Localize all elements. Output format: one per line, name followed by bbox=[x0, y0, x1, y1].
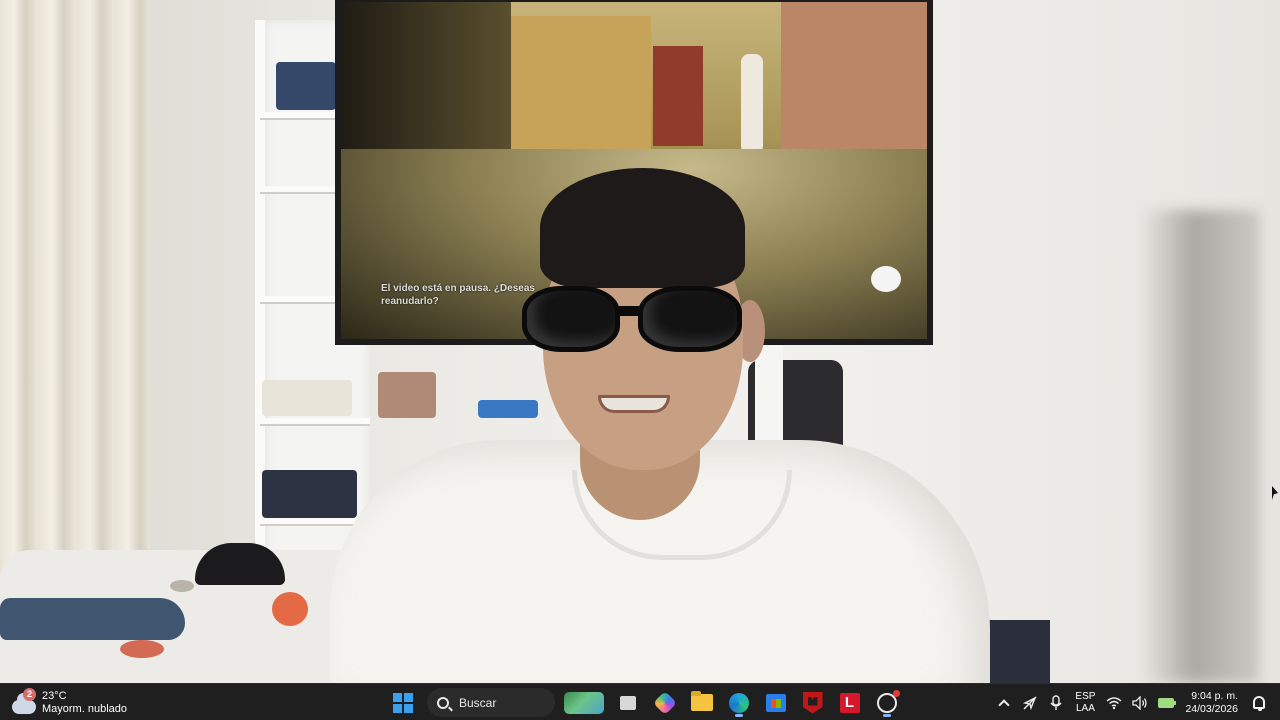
folded-clothes bbox=[262, 470, 357, 518]
tv-indicator bbox=[871, 266, 901, 292]
tv-character bbox=[741, 54, 763, 154]
task-view-button[interactable] bbox=[611, 687, 644, 718]
folder-icon bbox=[690, 691, 713, 711]
clock-time: 9:04 p. m. bbox=[1191, 689, 1238, 702]
person-mouth bbox=[598, 395, 670, 413]
start-button[interactable] bbox=[386, 687, 419, 718]
chatgpt-icon bbox=[876, 689, 900, 713]
system-tray: ESP LAA 9:04 p. m. 24/03/2026 bbox=[991, 687, 1272, 718]
windows-logo-icon bbox=[392, 692, 413, 713]
mcafee-button[interactable] bbox=[796, 687, 829, 718]
weather-badge: 2 bbox=[23, 687, 36, 701]
box bbox=[478, 400, 538, 418]
l-app-button[interactable]: L bbox=[833, 687, 866, 718]
volume-icon[interactable] bbox=[1127, 689, 1153, 717]
language-code: ESP bbox=[1075, 690, 1096, 702]
folded-clothes bbox=[262, 380, 352, 416]
search-icon bbox=[437, 696, 449, 709]
taskview-icon bbox=[619, 695, 636, 710]
battery-icon bbox=[1158, 697, 1177, 708]
wifi-icon[interactable] bbox=[1101, 689, 1127, 717]
shield-icon bbox=[802, 691, 823, 714]
sunglasses bbox=[522, 280, 744, 358]
copilot-button[interactable] bbox=[648, 687, 681, 718]
bed-pattern bbox=[170, 580, 194, 592]
store-icon bbox=[765, 693, 786, 712]
taskbar-search[interactable]: Buscar bbox=[427, 688, 555, 717]
l-icon: L bbox=[839, 692, 860, 713]
search-label: Buscar bbox=[459, 695, 497, 710]
curtain bbox=[0, 0, 150, 600]
microsoft-store-button[interactable] bbox=[759, 687, 792, 718]
bed-pattern bbox=[120, 640, 164, 658]
taskbar: 2 23°C Mayorm. nublado Buscar L ESP LAA … bbox=[0, 683, 1280, 720]
weather-temperature: 23°C bbox=[42, 689, 67, 702]
tv-door bbox=[653, 46, 703, 146]
clock[interactable]: 9:04 p. m. 24/03/2026 bbox=[1185, 690, 1238, 716]
bell-icon bbox=[1253, 696, 1265, 711]
copilot-icon bbox=[652, 690, 677, 715]
shelf-board bbox=[260, 418, 370, 426]
clock-date: 24/03/2026 bbox=[1185, 702, 1238, 715]
tv-building bbox=[781, 2, 927, 152]
sunglasses-lens bbox=[522, 286, 620, 352]
edge-button[interactable] bbox=[722, 687, 755, 718]
tv-building bbox=[511, 16, 651, 151]
wall-shadow bbox=[1140, 210, 1260, 683]
battery-button[interactable] bbox=[1153, 689, 1179, 717]
chatgpt-button[interactable] bbox=[870, 687, 903, 718]
show-hidden-icons-button[interactable] bbox=[991, 689, 1017, 717]
location-off-icon[interactable] bbox=[1017, 689, 1043, 717]
taskbar-center: Buscar L bbox=[384, 687, 905, 718]
camera-feed: El video está en pausa. ¿Deseas reanudar… bbox=[0, 0, 1280, 683]
file-explorer-button[interactable] bbox=[685, 687, 718, 718]
blue-cloth bbox=[0, 598, 185, 640]
weather-condition: Mayorm. nublado bbox=[42, 702, 127, 715]
microphone-icon[interactable] bbox=[1043, 689, 1069, 717]
edge-icon bbox=[728, 692, 749, 713]
widgets-button[interactable] bbox=[561, 687, 607, 718]
cloud-icon: 2 bbox=[10, 687, 36, 716]
mouse-cursor bbox=[1272, 486, 1278, 500]
widget-landscape-icon bbox=[564, 691, 604, 714]
notifications-button[interactable] bbox=[1246, 689, 1272, 717]
folded-clothes bbox=[276, 62, 336, 110]
language-indicator[interactable]: ESP LAA bbox=[1075, 691, 1095, 715]
sunglasses-lens bbox=[638, 286, 742, 352]
bottles bbox=[378, 372, 436, 418]
chevron-up-icon bbox=[998, 698, 1011, 711]
weather-widget[interactable]: 2 23°C Mayorm. nublado bbox=[10, 686, 127, 719]
keyboard-layout: LAA bbox=[1075, 702, 1095, 714]
person-hair bbox=[540, 168, 745, 288]
bed-pattern bbox=[272, 592, 308, 626]
